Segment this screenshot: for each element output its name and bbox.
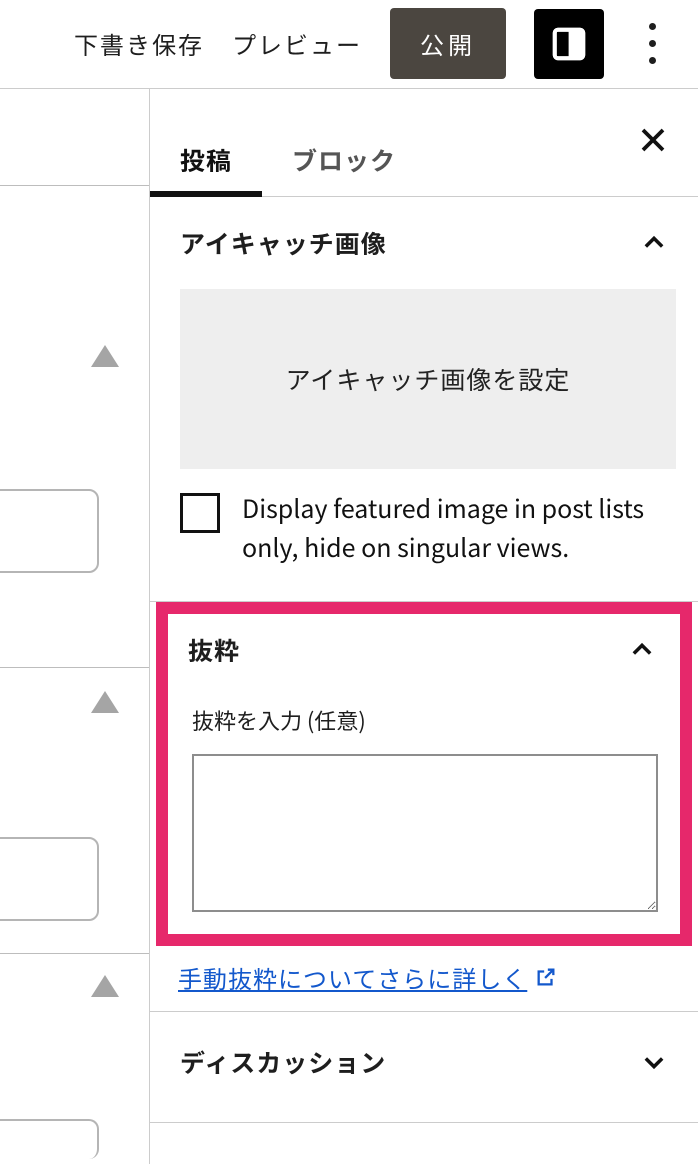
divider: [0, 185, 149, 186]
tab-post[interactable]: 投稿: [150, 89, 262, 196]
dot-icon: [649, 23, 656, 30]
tab-block[interactable]: ブロック: [262, 89, 426, 196]
collapse-up-icon[interactable]: [91, 975, 119, 997]
editor-top-toolbar: 下書き保存 プレビュー 公開: [0, 0, 698, 88]
divider: [0, 667, 149, 668]
excerpt-help-row: 手動抜粋についてさらに詳しく: [150, 946, 698, 1005]
sidebar-tabs: 投稿 ブロック: [150, 89, 698, 197]
panel-excerpt-header[interactable]: 抜粋: [168, 614, 680, 682]
panel-excerpt-highlight: 抜粋 抜粋を入力 (任意): [156, 602, 692, 946]
block-outline[interactable]: [0, 489, 99, 573]
publish-button[interactable]: 公開: [390, 8, 506, 79]
excerpt-field-label: 抜粋を入力 (任意): [168, 682, 680, 744]
featured-image-hide-singular-label: Display featured image in post lists onl…: [242, 489, 676, 567]
chevron-down-icon: [640, 1048, 668, 1076]
preview-button[interactable]: プレビュー: [232, 26, 362, 61]
chevron-up-icon: [628, 636, 656, 664]
panel-featured-image-title: アイキャッチ画像: [180, 225, 387, 261]
featured-image-option-row: Display featured image in post lists onl…: [150, 489, 698, 587]
divider: [0, 953, 149, 954]
panel-featured-image-header[interactable]: アイキャッチ画像: [150, 197, 698, 283]
collapse-up-icon[interactable]: [91, 345, 119, 367]
settings-sidebar-toggle[interactable]: [534, 9, 604, 79]
panel-icon: [550, 25, 588, 63]
editor-body: 投稿 ブロック アイキャッチ画像 アイキャッチ画像を設定 Display fea…: [0, 88, 698, 1164]
chevron-up-icon: [640, 229, 668, 257]
dot-icon: [649, 57, 656, 64]
close-icon: [638, 125, 668, 155]
panel-discussion-header[interactable]: ディスカッション: [150, 1012, 698, 1108]
excerpt-help-link-text: 手動抜粋についてさらに詳しく: [178, 960, 527, 995]
save-draft-button[interactable]: 下書き保存: [74, 26, 204, 61]
collapse-up-icon[interactable]: [91, 691, 119, 713]
featured-image-set-button[interactable]: アイキャッチ画像を設定: [180, 289, 676, 469]
block-outline[interactable]: [0, 837, 99, 921]
more-options-button[interactable]: [632, 14, 672, 74]
editor-canvas-peek: [0, 89, 150, 1164]
settings-sidebar: 投稿 ブロック アイキャッチ画像 アイキャッチ画像を設定 Display fea…: [150, 89, 698, 1164]
featured-image-hide-singular-checkbox[interactable]: [180, 493, 220, 533]
close-sidebar-button[interactable]: [628, 115, 678, 165]
panel-discussion: ディスカッション: [150, 1012, 698, 1123]
external-link-icon: [535, 966, 557, 988]
panel-featured-image: アイキャッチ画像 アイキャッチ画像を設定 Display featured im…: [150, 197, 698, 602]
panel-discussion-title: ディスカッション: [180, 1044, 386, 1080]
dot-icon: [649, 40, 656, 47]
excerpt-textarea[interactable]: [192, 754, 658, 912]
panel-excerpt-title: 抜粋: [188, 632, 240, 668]
block-outline[interactable]: [0, 1119, 99, 1159]
excerpt-help-link[interactable]: 手動抜粋についてさらに詳しく: [178, 960, 557, 995]
